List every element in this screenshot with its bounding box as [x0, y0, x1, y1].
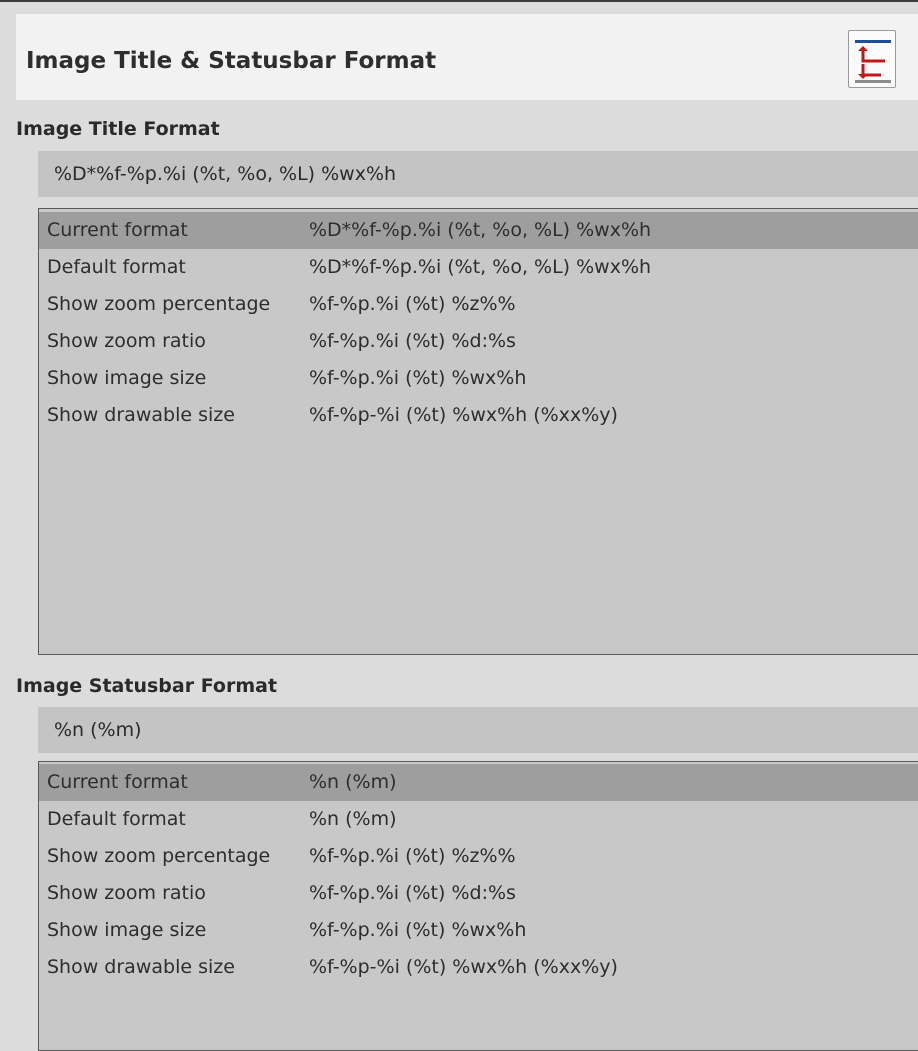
title-row-drawable-size[interactable]: Show drawable size %f-%p-%i (%t) %wx%h (…	[39, 397, 918, 434]
page-header: Image Title & Statusbar Format	[16, 14, 918, 100]
move-tab-button[interactable]	[848, 30, 896, 88]
move-tab-icon	[855, 40, 891, 83]
page-title: Image Title & Statusbar Format	[26, 48, 437, 74]
title-format-input[interactable]: %D*%f-%p.%i (%t, %o, %L) %wx%h	[38, 151, 918, 197]
title-row-default[interactable]: Default format %D*%f-%p.%i (%t, %o, %L) …	[39, 249, 918, 286]
statusbar-format-list[interactable]: Current format %n (%m) Default format %n…	[38, 761, 918, 1051]
title-format-label: Image Title Format	[16, 118, 220, 140]
title-row-zoom-ratio[interactable]: Show zoom ratio %f-%p.%i (%t) %d:%s	[39, 323, 918, 360]
statusbar-row-drawable-size[interactable]: Show drawable size %f-%p-%i (%t) %wx%h (…	[39, 949, 918, 986]
title-row-current[interactable]: Current format %D*%f-%p.%i (%t, %o, %L) …	[39, 212, 918, 249]
title-row-zoom-percentage[interactable]: Show zoom percentage %f-%p.%i (%t) %z%%	[39, 286, 918, 323]
title-row-image-size[interactable]: Show image size %f-%p.%i (%t) %wx%h	[39, 360, 918, 397]
title-format-list[interactable]: Current format %D*%f-%p.%i (%t, %o, %L) …	[38, 208, 918, 655]
top-border	[0, 0, 918, 2]
statusbar-row-current[interactable]: Current format %n (%m)	[39, 764, 918, 801]
statusbar-format-input[interactable]: %n (%m)	[38, 707, 918, 753]
statusbar-format-label: Image Statusbar Format	[16, 675, 278, 697]
statusbar-row-default[interactable]: Default format %n (%m)	[39, 801, 918, 838]
statusbar-row-zoom-percentage[interactable]: Show zoom percentage %f-%p.%i (%t) %z%%	[39, 838, 918, 875]
statusbar-row-image-size[interactable]: Show image size %f-%p.%i (%t) %wx%h	[39, 912, 918, 949]
statusbar-row-zoom-ratio[interactable]: Show zoom ratio %f-%p.%i (%t) %d:%s	[39, 875, 918, 912]
